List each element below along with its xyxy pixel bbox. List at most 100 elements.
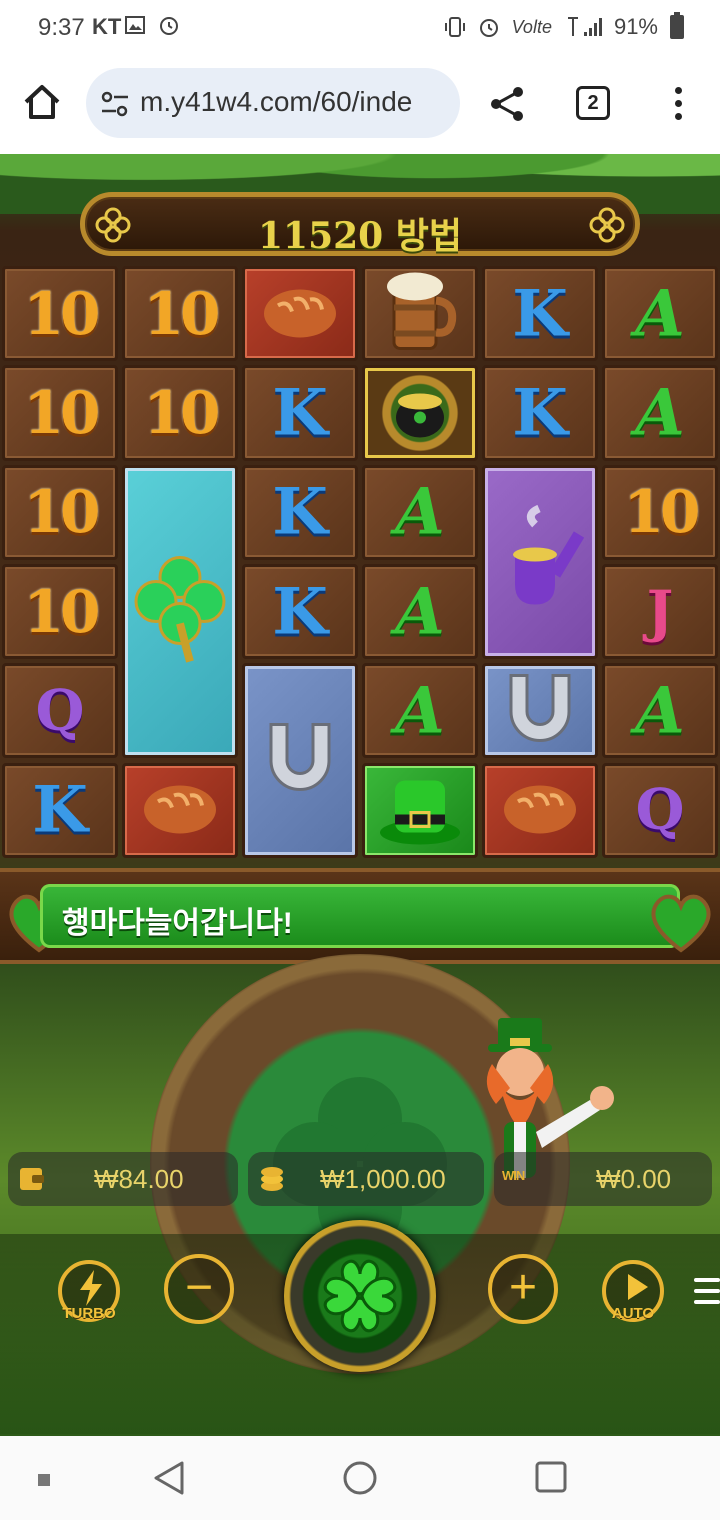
game-menu-icon[interactable] bbox=[694, 1278, 720, 1308]
reel-cell-ace: A bbox=[602, 663, 718, 759]
symbol-ten: 10 bbox=[143, 279, 221, 348]
reel-cell-bread bbox=[122, 762, 238, 858]
spin-button[interactable] bbox=[284, 1220, 436, 1372]
heart-ornament-icon bbox=[651, 894, 711, 953]
play-icon bbox=[628, 1274, 648, 1300]
wallet-icon bbox=[20, 1168, 44, 1190]
symbol-jack: J bbox=[646, 578, 674, 645]
reel-cell-hat bbox=[362, 762, 478, 858]
four-leaf-clover-icon bbox=[323, 1259, 397, 1333]
symbol-king: K bbox=[32, 772, 88, 848]
win-amount: ₩0.00 bbox=[596, 1164, 672, 1194]
alarm-icon bbox=[479, 19, 498, 37]
reel-cell-bread bbox=[242, 266, 358, 362]
pot-of-gold-symbol-icon bbox=[385, 375, 455, 450]
pipe-symbol-icon bbox=[495, 504, 585, 619]
reel-cell-ten: 10 bbox=[122, 365, 238, 461]
reel-cell-ten: 10 bbox=[2, 365, 118, 461]
symbol-king: K bbox=[512, 276, 568, 352]
bet-display[interactable]: ₩84.00 bbox=[8, 1152, 238, 1206]
symbol-king: K bbox=[272, 474, 328, 550]
win-label: WIN bbox=[502, 1168, 525, 1183]
decrease-bet-button[interactable]: − bbox=[164, 1254, 234, 1324]
ways-banner: 11520 방법 bbox=[80, 192, 640, 257]
reel-cell-horseshoe bbox=[482, 663, 598, 759]
game-canvas: 11520 방법 10 10 K A 10 10 K K A 10 K A 10 10 K A J Q A A K Q 행… bbox=[0, 154, 720, 1436]
symbol-queen: Q bbox=[635, 777, 685, 844]
tab-switcher-button[interactable]: 2 bbox=[576, 86, 610, 120]
url-text: m.y41w4.com/60/inde bbox=[140, 86, 413, 117]
site-settings-icon[interactable] bbox=[100, 90, 130, 118]
message-panel: 행마다늘어갑니다! bbox=[40, 884, 680, 948]
lightning-icon bbox=[80, 1270, 102, 1306]
overflow-menu-icon[interactable] bbox=[668, 84, 688, 124]
horseshoe-symbol-icon bbox=[495, 666, 585, 755]
hat-symbol-icon bbox=[375, 766, 465, 855]
share-icon[interactable] bbox=[488, 84, 528, 124]
reel-cell-beer-mug bbox=[362, 266, 478, 362]
auto-label: AUTO bbox=[611, 1305, 655, 1322]
symbol-ten: 10 bbox=[623, 478, 701, 547]
balance-amount: ₩1,000.00 bbox=[320, 1164, 446, 1194]
reel-cell-pipe bbox=[482, 464, 598, 660]
bet-amount: ₩84.00 bbox=[94, 1164, 184, 1194]
reel-cell-ten: 10 bbox=[2, 464, 118, 560]
turbo-label: TURBO bbox=[62, 1305, 116, 1322]
carrier-label: KT bbox=[92, 14, 122, 39]
reel-cell-clover bbox=[122, 464, 238, 759]
battery-percent: 91% bbox=[613, 14, 658, 39]
symbol-ten: 10 bbox=[23, 279, 101, 348]
reel-cell-bread bbox=[482, 762, 598, 858]
win-display: WIN ₩0.00 bbox=[494, 1152, 712, 1206]
battery-icon bbox=[670, 12, 684, 39]
reel-cell-queen: Q bbox=[2, 663, 118, 759]
symbol-ten: 10 bbox=[23, 478, 101, 547]
turbo-button[interactable]: TURBO bbox=[58, 1260, 120, 1322]
increase-bet-button[interactable]: + bbox=[488, 1254, 558, 1324]
reel-cell-pot-of-gold bbox=[362, 365, 478, 461]
symbol-ten: 10 bbox=[23, 577, 101, 646]
recents-dot-icon[interactable] bbox=[38, 1474, 50, 1486]
symbol-ten: 10 bbox=[23, 378, 101, 447]
system-indicators: Volte 91% bbox=[444, 12, 684, 40]
reel-cell-king: K bbox=[482, 266, 598, 362]
reel-cell-horseshoe bbox=[242, 663, 358, 858]
coins-icon bbox=[261, 1167, 283, 1191]
reel-cell-ten: 10 bbox=[602, 464, 718, 560]
minus-icon: − bbox=[184, 1261, 214, 1315]
reel-cell-ace: A bbox=[602, 365, 718, 461]
signal-icon bbox=[567, 17, 602, 36]
slot-reels[interactable]: 10 10 K A 10 10 K K A 10 K A 10 10 K A J Q A A K Q bbox=[0, 264, 720, 860]
gallery-icon bbox=[125, 16, 145, 34]
bread-symbol-icon bbox=[140, 778, 220, 843]
plus-icon: + bbox=[508, 1261, 538, 1315]
reel-cell-ten: 10 bbox=[2, 266, 118, 362]
stats-bar: ₩84.00 ₩1,000.00 WIN ₩0.00 bbox=[8, 1152, 712, 1206]
symbol-ten: 10 bbox=[143, 378, 221, 447]
symbol-ace: A bbox=[395, 574, 445, 650]
vibrate-icon bbox=[444, 17, 465, 37]
reel-cell-king: K bbox=[242, 464, 358, 560]
home-circle-icon[interactable] bbox=[342, 1460, 378, 1496]
beer-mug-symbol-icon bbox=[380, 269, 460, 358]
symbol-ace: A bbox=[395, 673, 445, 749]
back-icon[interactable] bbox=[152, 1460, 186, 1496]
address-bar[interactable]: m.y41w4.com/60/inde bbox=[86, 68, 460, 138]
symbol-ace: A bbox=[635, 276, 685, 352]
auto-spin-button[interactable]: AUTO bbox=[602, 1260, 664, 1322]
reel-cell-queen: Q bbox=[602, 762, 718, 858]
bread-symbol-icon bbox=[260, 281, 340, 346]
status-bar: 9:37 KT Volte 91% bbox=[0, 0, 720, 56]
reel-cell-ten: 10 bbox=[122, 266, 238, 362]
overview-icon[interactable] bbox=[534, 1460, 568, 1494]
reel-cell-jack: J bbox=[602, 563, 718, 660]
symbol-king: K bbox=[512, 375, 568, 451]
balance-display: ₩1,000.00 bbox=[248, 1152, 484, 1206]
home-icon[interactable] bbox=[22, 82, 62, 122]
android-nav-bar bbox=[0, 1436, 720, 1520]
reel-cell-king: K bbox=[2, 762, 118, 858]
reel-cell-king: K bbox=[242, 365, 358, 461]
reel-cell-king: K bbox=[482, 365, 598, 461]
reel-cell-king: K bbox=[242, 563, 358, 660]
horseshoe-symbol-icon bbox=[255, 713, 345, 808]
